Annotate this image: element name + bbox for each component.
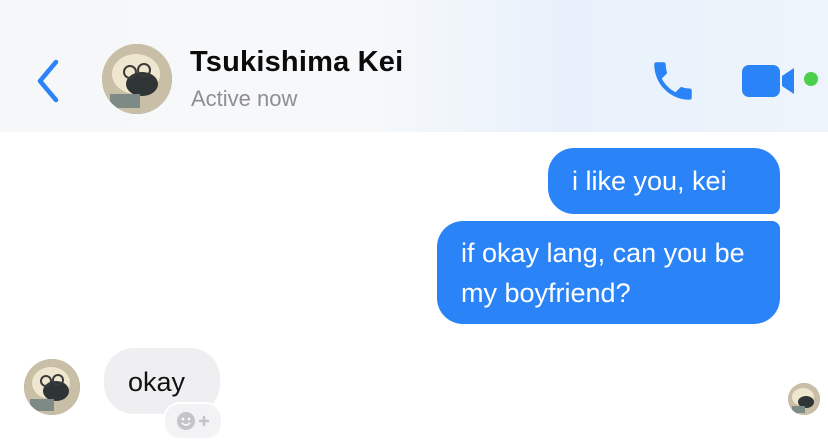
add-reaction-icon — [177, 412, 210, 430]
sender-avatar[interactable] — [24, 359, 80, 415]
back-button[interactable] — [30, 56, 66, 106]
avatar-image — [24, 359, 80, 415]
outgoing-message[interactable]: if okay lang, can you be my boyfriend? — [437, 221, 780, 324]
avatar-image — [102, 44, 172, 114]
chat-header: Tsukishima Kei Active now — [0, 0, 828, 132]
video-call-button[interactable] — [742, 62, 798, 100]
add-reaction-button[interactable] — [163, 402, 223, 440]
chevron-left-icon — [37, 59, 59, 103]
contact-avatar[interactable] — [102, 44, 172, 114]
voice-call-button[interactable] — [648, 56, 698, 106]
avatar-image — [788, 383, 820, 415]
contact-name[interactable]: Tsukishima Kei — [190, 46, 403, 79]
seen-receipt-avatar — [788, 383, 820, 415]
online-indicator — [804, 72, 818, 86]
outgoing-message[interactable]: i like you, kei — [548, 148, 780, 214]
phone-icon — [654, 62, 692, 100]
video-camera-icon — [742, 65, 794, 97]
active-status: Active now — [191, 86, 298, 111]
